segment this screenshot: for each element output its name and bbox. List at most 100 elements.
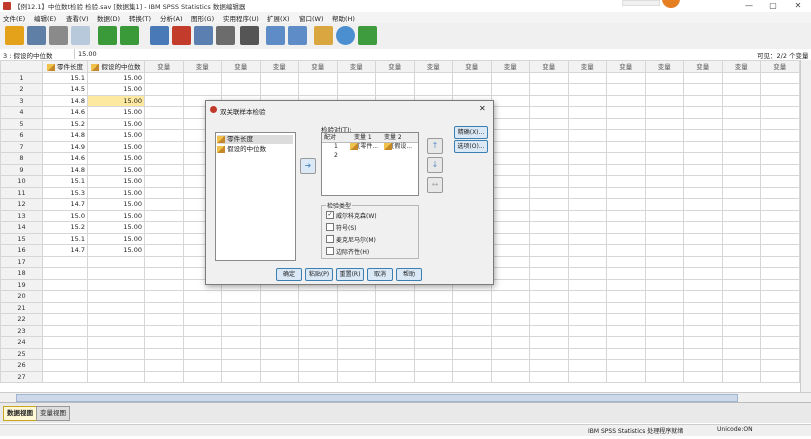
undo-icon[interactable] — [98, 26, 117, 45]
data-cell[interactable]: 14.7 — [42, 244, 88, 257]
empty-cell[interactable] — [490, 140, 530, 153]
empty-cell[interactable] — [721, 163, 761, 176]
row-number[interactable]: 27 — [0, 370, 43, 383]
empty-cell[interactable] — [721, 209, 761, 222]
empty-cell[interactable] — [606, 267, 646, 280]
empty-cell[interactable] — [144, 129, 184, 142]
empty-cell[interactable] — [144, 221, 184, 234]
empty-cell[interactable] — [452, 83, 492, 96]
print-icon[interactable] — [49, 26, 68, 45]
empty-cell[interactable] — [606, 313, 646, 326]
row-number[interactable]: 13 — [0, 209, 43, 222]
empty-cell[interactable] — [144, 313, 184, 326]
empty-cell[interactable] — [144, 163, 184, 176]
empty-cell[interactable] — [144, 232, 184, 245]
data-cell[interactable]: 15.00 — [87, 221, 145, 234]
empty-cell[interactable] — [452, 370, 492, 383]
data-cell[interactable] — [87, 278, 145, 291]
empty-cell[interactable] — [683, 290, 723, 303]
empty-cell[interactable] — [606, 106, 646, 119]
empty-cell[interactable] — [760, 175, 800, 188]
row-number[interactable]: 15 — [0, 232, 43, 245]
empty-cell[interactable] — [644, 209, 684, 222]
empty-cell[interactable] — [490, 94, 530, 107]
column-header-hypothesized-median[interactable]: 假设的中位数 — [87, 60, 145, 73]
data-cell[interactable]: 14.5 — [42, 83, 88, 96]
empty-cell[interactable] — [490, 255, 530, 268]
empty-cell[interactable] — [760, 313, 800, 326]
empty-cell[interactable] — [529, 255, 569, 268]
empty-cell[interactable] — [644, 152, 684, 165]
empty-cell[interactable] — [606, 255, 646, 268]
empty-cell[interactable] — [259, 71, 299, 84]
empty-cell[interactable] — [490, 129, 530, 142]
empty-cell[interactable] — [567, 244, 607, 257]
empty-cell[interactable] — [490, 313, 530, 326]
empty-cell[interactable] — [760, 324, 800, 337]
empty-cell[interactable] — [490, 209, 530, 222]
data-cell[interactable] — [87, 255, 145, 268]
empty-cell[interactable] — [413, 347, 453, 360]
cell-value-field[interactable]: 15.00 — [74, 49, 278, 59]
row-number[interactable]: 17 — [0, 255, 43, 268]
vertical-scrollbar[interactable] — [800, 60, 811, 392]
data-cell[interactable] — [87, 267, 145, 280]
empty-cell[interactable] — [567, 186, 607, 199]
data-cell[interactable] — [42, 301, 88, 314]
data-cell[interactable] — [42, 267, 88, 280]
pair-var1[interactable]: [零件... — [350, 143, 378, 151]
redo-icon[interactable] — [120, 26, 139, 45]
data-cell[interactable]: 15.00 — [87, 163, 145, 176]
empty-cell[interactable] — [567, 140, 607, 153]
empty-cell[interactable] — [567, 336, 607, 349]
empty-cell[interactable] — [529, 221, 569, 234]
data-cell[interactable] — [87, 359, 145, 372]
empty-cell[interactable] — [413, 71, 453, 84]
empty-cell[interactable] — [529, 117, 569, 130]
tab-data-view[interactable]: 数据视图 — [3, 406, 37, 421]
empty-cell[interactable] — [644, 370, 684, 383]
menu-utilities[interactable]: 实用程序(U) — [223, 13, 259, 23]
empty-cell[interactable] — [375, 359, 415, 372]
row-number[interactable]: 20 — [0, 290, 43, 303]
empty-cell[interactable] — [413, 359, 453, 372]
empty-cell[interactable] — [375, 290, 415, 303]
empty-cell[interactable] — [644, 221, 684, 234]
empty-cell[interactable] — [721, 301, 761, 314]
column-header-empty-var[interactable]: 变量 — [375, 60, 415, 73]
data-cell[interactable]: 15.00 — [87, 106, 145, 119]
data-cell[interactable]: 15.00 — [87, 244, 145, 257]
empty-cell[interactable] — [490, 83, 530, 96]
data-cell[interactable] — [42, 347, 88, 360]
data-cell[interactable] — [87, 370, 145, 383]
empty-cell[interactable] — [760, 370, 800, 383]
empty-cell[interactable] — [490, 290, 530, 303]
insert-cases-icon[interactable] — [266, 26, 285, 45]
row-number[interactable]: 4 — [0, 106, 43, 119]
data-cell[interactable]: 14.8 — [42, 163, 88, 176]
empty-cell[interactable] — [144, 359, 184, 372]
empty-cell[interactable] — [529, 359, 569, 372]
row-number[interactable]: 6 — [0, 129, 43, 142]
empty-cell[interactable] — [760, 94, 800, 107]
empty-cell[interactable] — [529, 290, 569, 303]
empty-cell[interactable] — [606, 175, 646, 188]
empty-cell[interactable] — [567, 278, 607, 291]
empty-cell[interactable] — [760, 290, 800, 303]
empty-cell[interactable] — [721, 278, 761, 291]
column-header-empty-var[interactable]: 变量 — [606, 60, 646, 73]
empty-cell[interactable] — [452, 336, 492, 349]
empty-cell[interactable] — [221, 324, 261, 337]
checkbox-mcnemar[interactable] — [326, 235, 334, 243]
data-cell[interactable] — [42, 278, 88, 291]
empty-cell[interactable] — [144, 83, 184, 96]
row-number[interactable]: 3 — [0, 94, 43, 107]
data-cell[interactable]: 14.8 — [42, 129, 88, 142]
column-header-empty-var[interactable]: 变量 — [182, 60, 222, 73]
empty-cell[interactable] — [644, 244, 684, 257]
empty-cell[interactable] — [644, 186, 684, 199]
help-button[interactable]: 帮助 — [396, 268, 422, 281]
empty-cell[interactable] — [567, 255, 607, 268]
empty-cell[interactable] — [644, 106, 684, 119]
empty-cell[interactable] — [529, 186, 569, 199]
